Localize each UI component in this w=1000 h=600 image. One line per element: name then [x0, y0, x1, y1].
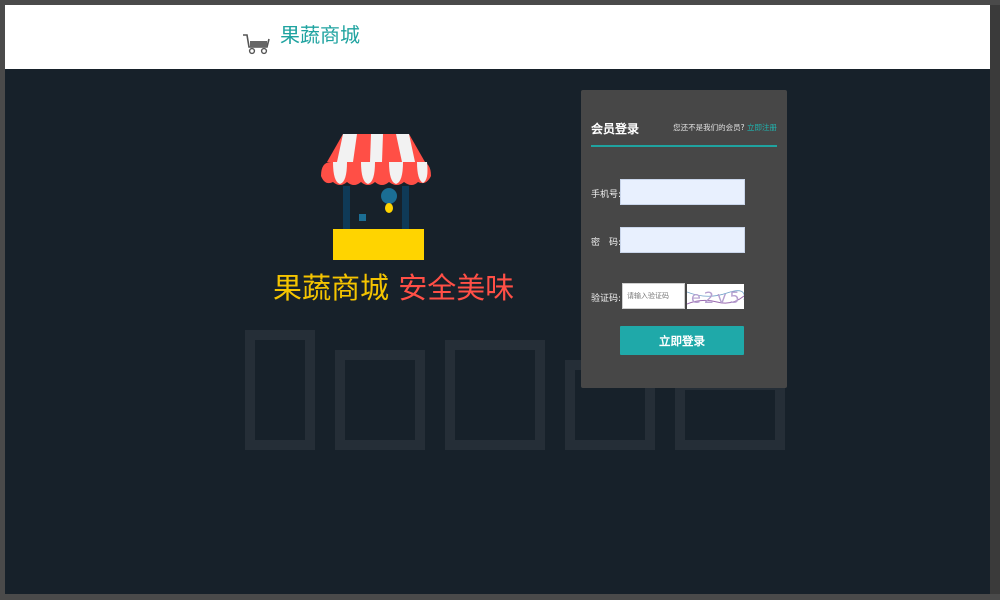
login-submit-button[interactable]: 立即登录 — [620, 326, 744, 355]
brand-name[interactable]: 果蔬商城 — [280, 19, 360, 48]
panel-divider — [591, 145, 777, 147]
phone-input[interactable] — [620, 179, 745, 205]
captcha-image[interactable]: e2v5 — [687, 284, 744, 309]
login-title: 会员登录 — [591, 122, 640, 136]
slogan-brand: 果蔬商城 — [273, 271, 390, 305]
window-edge — [990, 5, 1000, 594]
captcha-graphic: e2v5 — [687, 288, 744, 307]
register-prompt-text: 您还不是我们的会员? — [673, 123, 745, 132]
phone-label: 手机号: — [591, 190, 622, 200]
captcha-text: e2v5 — [691, 288, 743, 307]
market-stall-icon — [321, 134, 431, 260]
site-header: 果蔬商城 — [5, 5, 990, 69]
cart-icon — [243, 34, 270, 55]
hero-slogan: 果蔬商城 安全美味 — [273, 270, 514, 306]
captcha-label: 验证码: — [591, 294, 622, 304]
register-prompt: 您还不是我们的会员? 立即注册 — [673, 122, 777, 133]
browser-viewport: 果蔬商城 果蔬商城 安全美味 会员登录 您还不是我们的会员? 立即注册 手机号:… — [5, 5, 990, 594]
login-panel: 会员登录 您还不是我们的会员? 立即注册 手机号: 密 码: 验证码: e2v5… — [581, 90, 787, 388]
password-label: 密 码: — [591, 238, 622, 248]
password-input[interactable] — [620, 227, 745, 253]
captcha-input[interactable] — [622, 283, 685, 309]
register-link[interactable]: 立即注册 — [747, 123, 777, 132]
slogan-tagline: 安全美味 — [398, 271, 515, 305]
